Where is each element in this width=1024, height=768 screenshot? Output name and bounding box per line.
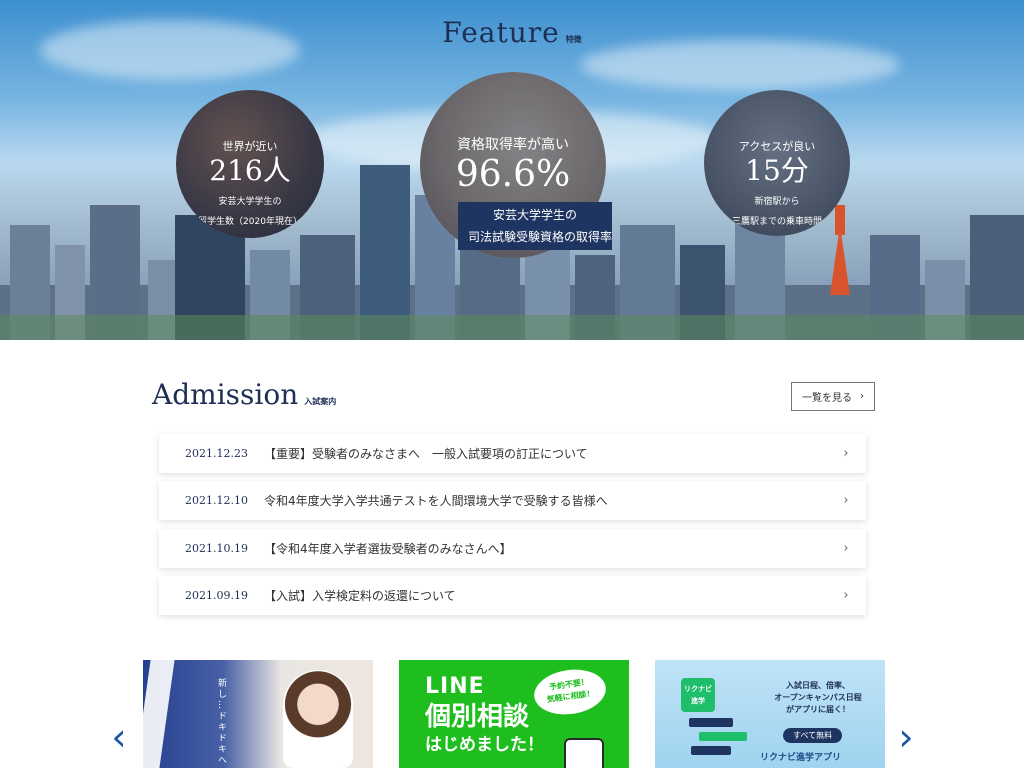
chevron-right-icon: › [843, 541, 849, 556]
view-all-button[interactable]: 一覧を見る › [791, 382, 875, 411]
feature-stat-students: 世界が近い 216人 安芸大学学生の 留学生数（2020年現在） [176, 90, 324, 238]
feature-title-ja: 特徴 [565, 35, 582, 44]
banner-vertical-text: 新し…ドキドキへ [216, 678, 226, 766]
app-info-line: 入試日程、倍率、 [786, 681, 850, 690]
feature-heading: Feature 特徴 [0, 16, 1024, 49]
news-item[interactable]: 2021.12.23 【重要】受験者のみなさまへ 一般入試要項の訂正について › [159, 434, 866, 473]
banner-stripe [143, 660, 175, 768]
stat-value: 15分 [745, 154, 809, 187]
chevron-right-icon: › [860, 391, 864, 402]
app-name: リクナビ進学アプリ [760, 753, 842, 763]
phone-icon [564, 738, 604, 768]
free-badge: すべて無料 [783, 728, 843, 743]
stat-lead: アクセスが良い [738, 140, 816, 153]
signpost-icon [689, 718, 749, 768]
student-photo [283, 670, 353, 768]
news-title: 令和4年度大学入学共通テストを人間環境大学で受験する皆様へ [264, 494, 608, 508]
news-item[interactable]: 2021.09.19 【入試】入学検定料の返還について › [159, 576, 866, 615]
admission-title-en: Admission [152, 378, 299, 411]
news-title: 【入試】入学検定料の返還について [264, 589, 456, 603]
view-all-label: 一覧を見る [802, 393, 852, 404]
stat-sub: 三鷹駅までの乗車時間 [731, 217, 822, 227]
stat-sub: 安芸大学学生の [218, 197, 282, 207]
line-banner-text: LINE 個別相談 はじめました！ [425, 674, 544, 756]
feature-stat-access: アクセスが良い 15分 新宿駅から 三鷹駅までの乗車時間 [704, 90, 850, 236]
line-banner-line1: LINE [425, 674, 485, 699]
rikunabi-logo: リクナビ 進学 [681, 678, 715, 712]
app-info-line: オープンキャンパス日程 [774, 693, 862, 702]
carousel-prev-button[interactable]: ‹ [105, 715, 133, 759]
line-banner-line2: 個別相談 [425, 702, 530, 732]
chevron-left-icon: ‹ [111, 715, 127, 759]
feature-hero: Feature 特徴 世界が近い 216人 安芸大学学生の 留学生数（2020年現… [0, 0, 1024, 340]
carousel-next-button[interactable]: › [892, 715, 920, 759]
stat-lead: 資格取得率が高い [457, 137, 569, 153]
chevron-right-icon: › [843, 493, 849, 508]
stat-value: 216人 [209, 154, 291, 187]
news-date: 2021.12.10 [185, 494, 248, 507]
logo-text: 進学 [691, 697, 705, 705]
news-item[interactable]: 2021.10.19 【令和4年度入学者選抜受験者のみなさんへ】 › [159, 529, 866, 568]
banner-line-consultation[interactable]: LINE 個別相談 はじめました！ 予約不要！ 気軽に相談！ [399, 660, 629, 768]
chevron-right-icon: › [843, 446, 849, 461]
news-item[interactable]: 2021.12.10 令和4年度大学入学共通テストを人間環境大学で受験する皆様へ… [159, 481, 866, 520]
admission-title-ja: 入試案内 [304, 397, 337, 406]
admission-heading: Admission 入試案内 [152, 378, 336, 411]
app-info: 入試日程、倍率、 オープンキャンパス日程 がアプリに届く！ [763, 680, 873, 716]
feature-title-en: Feature [442, 16, 560, 49]
news-date: 2021.10.19 [185, 542, 248, 555]
stat-sub: 安芸大学学生の [492, 208, 577, 222]
sign-board [699, 732, 747, 741]
stat-lead: 世界が近い [222, 140, 278, 153]
logo-text: リクナビ [684, 685, 712, 693]
stat-value: 96.6% [455, 154, 571, 195]
chevron-right-icon: › [843, 588, 849, 603]
news-title: 【令和4年度入学者選抜受験者のみなさんへ】 [264, 542, 512, 556]
news-date: 2021.12.23 [185, 447, 248, 460]
chevron-right-icon: › [898, 715, 914, 759]
stat-sub: 司法試験受験資格の取得率 [468, 230, 613, 244]
stat-sub: 新宿駅から [754, 197, 800, 207]
banner-rikunabi-app[interactable]: リクナビ 進学 入試日程、倍率、 オープンキャンパス日程 がアプリに届く！ すべ… [655, 660, 885, 768]
news-title: 【重要】受験者のみなさまへ 一般入試要項の訂正について [264, 447, 588, 461]
sign-board [691, 746, 731, 755]
sign-board [689, 718, 733, 727]
app-info-line: がアプリに届く！ [786, 705, 850, 714]
banner-campus-life[interactable]: 新し…ドキドキへ [143, 660, 373, 768]
feature-stat-exam-caption: 安芸大学学生の 司法試験受験資格の取得率 [458, 202, 612, 250]
news-date: 2021.09.19 [185, 589, 248, 602]
stat-sub: 留学生数（2020年現在） [198, 217, 302, 227]
line-banner-line3: はじめました！ [425, 735, 544, 755]
